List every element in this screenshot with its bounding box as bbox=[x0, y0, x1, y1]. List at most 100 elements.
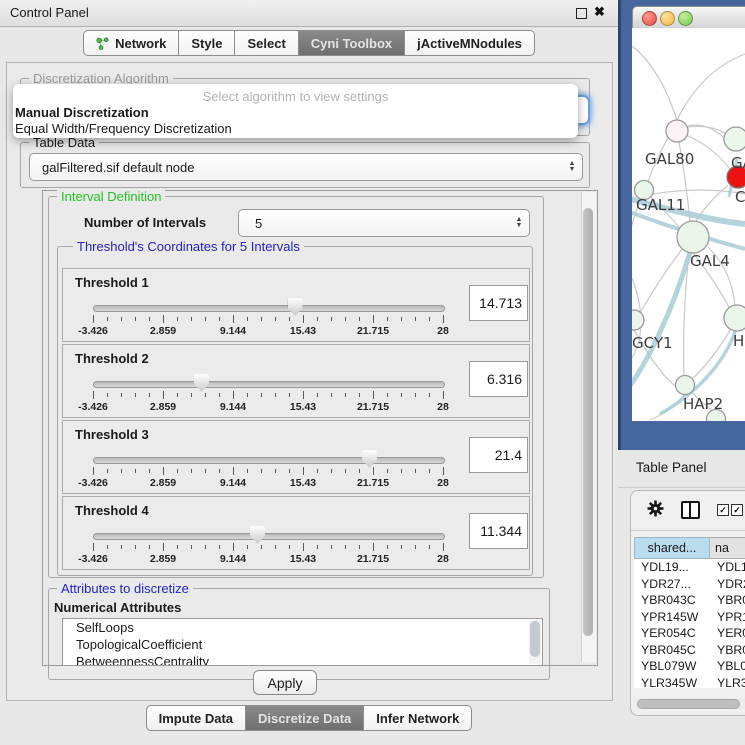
table-row[interactable]: YBL079WYBL0 bbox=[634, 658, 745, 675]
tick-mark bbox=[317, 545, 318, 549]
table-data-combobox[interactable]: galFiltered.sif default node ▲▼ bbox=[29, 153, 583, 181]
threshold-4-value-input[interactable]: 11.344 bbox=[469, 513, 528, 549]
column-view-icon[interactable] bbox=[681, 501, 700, 519]
tick-mark bbox=[331, 317, 332, 321]
slider-track[interactable] bbox=[93, 457, 445, 464]
tab-infer-network[interactable]: Infer Network bbox=[363, 705, 472, 731]
apply-button[interactable]: Apply bbox=[253, 670, 317, 695]
checkbox-icon-1[interactable]: ✓ bbox=[717, 504, 729, 516]
screen: Control Panel ✖ Network Style Select Cyn… bbox=[0, 0, 745, 745]
tick-mark bbox=[191, 545, 192, 549]
slider-thumb[interactable] bbox=[194, 374, 209, 392]
slider-track[interactable] bbox=[93, 533, 445, 540]
minimize-window-icon[interactable] bbox=[660, 11, 675, 26]
tick-label: 21.715 bbox=[357, 553, 389, 565]
slider-track[interactable] bbox=[93, 305, 445, 312]
slider-thumb[interactable] bbox=[288, 298, 303, 316]
threshold-3-label: Threshold 3 bbox=[75, 427, 149, 442]
column-header-shared-name[interactable]: shared... bbox=[634, 537, 710, 559]
cell[interactable]: YDL19... bbox=[634, 559, 709, 576]
cell[interactable]: YBR0 bbox=[709, 592, 745, 609]
numerical-attributes-list: SelfLoops TopologicalCoefficient Between… bbox=[62, 618, 543, 666]
tab-style[interactable]: Style bbox=[178, 30, 235, 56]
table-row[interactable]: YDL19...YDL1 bbox=[634, 559, 745, 576]
table-row[interactable]: YER054CYER0 bbox=[634, 625, 745, 642]
slider-thumb[interactable] bbox=[250, 526, 265, 544]
tick-mark bbox=[359, 469, 360, 473]
tab-discretize-data[interactable]: Discretize Data bbox=[245, 705, 364, 731]
tick-mark bbox=[135, 393, 136, 397]
node-gcy1[interactable] bbox=[632, 310, 644, 330]
tick-mark bbox=[247, 393, 248, 397]
threshold-1-value-input[interactable]: 14.713 bbox=[469, 285, 528, 321]
tick-mark bbox=[93, 315, 94, 323]
cell[interactable]: YLR3 bbox=[709, 675, 745, 689]
table-row[interactable]: YLR345WYLR3 bbox=[634, 675, 745, 689]
cell[interactable]: YDL1 bbox=[709, 559, 745, 576]
table-row[interactable]: YDR27...YDR2 bbox=[634, 576, 745, 593]
settings-vertical-scrollbar-thumb[interactable] bbox=[583, 208, 593, 636]
threshold-2-value-input[interactable]: 6.316 bbox=[469, 361, 528, 397]
cell[interactable]: YDR2 bbox=[709, 576, 745, 593]
column-header-name[interactable]: na bbox=[710, 537, 745, 559]
node-gal80[interactable] bbox=[666, 120, 688, 142]
tick-mark bbox=[415, 545, 416, 549]
cell[interactable]: YBR0 bbox=[709, 642, 745, 659]
threshold-1-slider: -3.4262.8599.14415.4321.71528 bbox=[93, 301, 443, 339]
list-item[interactable]: SelfLoops bbox=[63, 619, 542, 636]
tick-mark bbox=[177, 317, 178, 321]
tab-network[interactable]: Network bbox=[83, 30, 179, 56]
cell[interactable]: YDR27... bbox=[634, 576, 709, 593]
slider-ticks bbox=[93, 315, 443, 324]
node-partial-top[interactable] bbox=[724, 127, 745, 151]
close-window-icon[interactable] bbox=[642, 11, 657, 26]
cell[interactable]: YPR145W bbox=[634, 609, 709, 626]
tab-impute-data[interactable]: Impute Data bbox=[146, 705, 246, 731]
cell[interactable]: YPR1 bbox=[709, 609, 745, 626]
close-panel-icon[interactable]: ✖ bbox=[594, 4, 605, 20]
tick-mark bbox=[345, 469, 346, 473]
slider-track[interactable] bbox=[93, 381, 445, 388]
cell[interactable]: YBR043C bbox=[634, 592, 709, 609]
node-gal4[interactable] bbox=[677, 221, 709, 253]
cell[interactable]: YBL079W bbox=[634, 658, 709, 675]
list-item[interactable]: BetweennessCentrality bbox=[63, 653, 542, 666]
network-canvas[interactable]: GAL80 GA GAL11 C GAL4 GCY1 H HAP2 bbox=[632, 28, 745, 421]
tab-style-label: Style bbox=[191, 36, 222, 51]
cell[interactable]: YER0 bbox=[709, 625, 745, 642]
node-label-hap2: HAP2 bbox=[683, 395, 723, 413]
cell[interactable]: YBR045C bbox=[634, 642, 709, 659]
tick-label: 15.43 bbox=[290, 553, 316, 565]
number-of-intervals-combobox[interactable]: 5 ▲▼ bbox=[238, 209, 530, 237]
tick-mark bbox=[359, 317, 360, 321]
cell[interactable]: YLR345W bbox=[634, 675, 709, 689]
threshold-3-value-input[interactable]: 21.4 bbox=[469, 437, 528, 473]
tab-cyni-toolbox[interactable]: Cyni Toolbox bbox=[298, 30, 405, 56]
table-row[interactable]: YPR145WYPR1 bbox=[634, 609, 745, 626]
list-item[interactable]: TopologicalCoefficient bbox=[63, 636, 542, 653]
gear-icon[interactable] bbox=[647, 500, 664, 517]
algorithm-option-equal-width[interactable]: Equal Width/Frequency Discretization bbox=[15, 121, 232, 136]
algorithm-option-manual[interactable]: Manual Discretization bbox=[15, 105, 149, 120]
table-row[interactable]: YBR043CYBR0 bbox=[634, 592, 745, 609]
attributes-list-scrollbar[interactable] bbox=[529, 620, 541, 664]
cell[interactable]: YBL0 bbox=[709, 658, 745, 675]
checkbox-icon-2[interactable]: ✓ bbox=[731, 504, 743, 516]
zoom-window-icon[interactable] bbox=[678, 11, 693, 26]
float-window-icon[interactable] bbox=[576, 8, 587, 19]
network-window-titlebar[interactable] bbox=[632, 6, 745, 30]
table-horizontal-scrollbar[interactable] bbox=[634, 698, 745, 709]
combobox-arrows-icon: ▲▼ bbox=[562, 161, 582, 173]
tick-mark bbox=[443, 391, 444, 399]
node-partial-h[interactable] bbox=[724, 305, 745, 331]
node-hap2[interactable] bbox=[676, 376, 695, 395]
table-horizontal-scrollbar-thumb[interactable] bbox=[637, 699, 740, 709]
slider-thumb[interactable] bbox=[362, 450, 377, 468]
tab-select[interactable]: Select bbox=[234, 30, 298, 56]
attributes-group-title: Attributes to discretize bbox=[57, 581, 193, 596]
attributes-list-scrollbar-thumb[interactable] bbox=[530, 621, 540, 657]
tick-mark bbox=[443, 315, 444, 323]
table-row[interactable]: YBR045CYBR0 bbox=[634, 642, 745, 659]
tab-jactivemnodules[interactable]: jActiveMNodules bbox=[404, 30, 535, 56]
cell[interactable]: YER054C bbox=[634, 625, 709, 642]
